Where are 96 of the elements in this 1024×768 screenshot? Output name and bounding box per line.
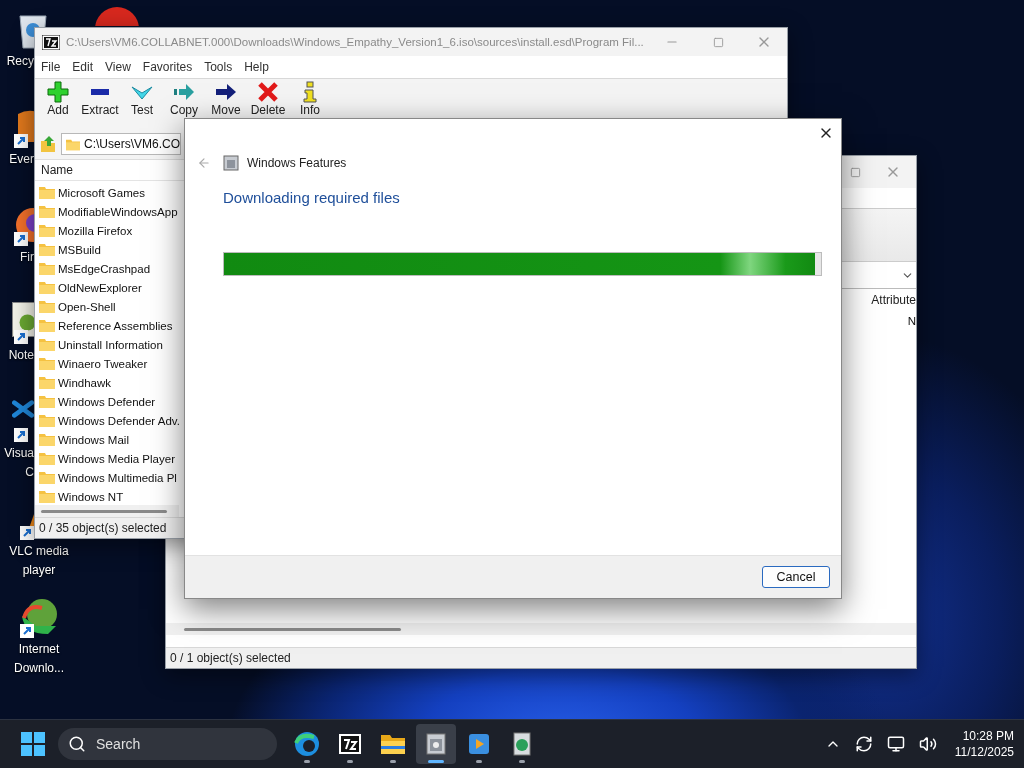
table-cell: N (907, 314, 916, 327)
archive-app-icon (338, 733, 362, 755)
app-icon (94, 6, 140, 26)
maximize-icon (712, 36, 724, 48)
folder-icon (39, 490, 55, 503)
menu-item[interactable]: Edit (66, 58, 100, 76)
status-text: 0 / 1 object(s) selected (170, 651, 291, 665)
folder-name[interactable]: Windows Media Player (58, 452, 175, 465)
menu-item[interactable]: File (35, 58, 67, 76)
folder-icon (39, 376, 55, 389)
folder-name[interactable]: Mozilla Firefox (58, 224, 133, 237)
toolbar-button[interactable]: Info (289, 81, 331, 117)
desktop-icon-label[interactable]: Fir (0, 250, 34, 265)
toolbar-button[interactable]: Add (37, 81, 79, 117)
menu-item[interactable]: Help (238, 58, 275, 76)
folder-name[interactable]: MsEdgeCrashpad (58, 262, 151, 275)
start-button[interactable] (18, 729, 48, 759)
folder-icon (39, 452, 55, 465)
desktop-icon-label[interactable]: Note (0, 348, 34, 363)
folder-icon (39, 300, 55, 313)
toolbar-button[interactable]: Move (205, 81, 247, 117)
folder-icon (39, 224, 55, 237)
monitor-icon (886, 735, 905, 753)
toolbar-button[interactable]: Copy (163, 81, 205, 117)
folder-name[interactable]: Windows Multimedia Pl (58, 471, 177, 484)
plus-icon (47, 81, 69, 103)
desktop-icon-label[interactable]: Ever (0, 152, 34, 167)
maximize-icon (849, 166, 861, 178)
folder-name[interactable]: Winaero Tweaker (58, 357, 148, 370)
clock[interactable]: 10:28 PM 11/12/2025 (948, 728, 1024, 760)
installer-icon (424, 731, 448, 757)
folder-icon (380, 733, 406, 755)
player-icon (467, 732, 491, 756)
folder-icon (39, 205, 55, 218)
desktop-icon-label[interactable]: Recy (0, 54, 34, 69)
folder-icon (39, 433, 55, 446)
column-header[interactable]: Name (41, 163, 73, 177)
folder-name[interactable]: Microsoft Games (58, 186, 145, 199)
folder-icon (39, 414, 55, 427)
window-title: C:\Users\VM6.COLLABNET.000\Downloads\Windows_Empathy_Version1_6.iso\sources\install.esd\Program Fil... (65, 36, 645, 48)
path-field[interactable]: C:\Users\VM6.CO (61, 133, 181, 155)
folder-icon (39, 471, 55, 484)
toolbar-button[interactable]: Extract (79, 81, 121, 117)
folder-icon (39, 281, 55, 294)
window-icon (223, 155, 239, 171)
folder-icon (39, 357, 55, 370)
column-header[interactable]: Attribute (871, 293, 916, 307)
menu-item[interactable]: Favorites (136, 58, 199, 76)
desktop-icon-label[interactable]: Internet (0, 642, 78, 657)
cross-icon (257, 81, 279, 103)
app-logo-icon (42, 34, 60, 50)
speaker-icon (918, 735, 937, 753)
dialog-title: Windows Features (247, 156, 347, 170)
folder-name[interactable]: Windows Defender (58, 395, 156, 408)
toolbar-button[interactable]: Delete (247, 81, 289, 117)
desktop-icon-label[interactable]: Downlo... (0, 661, 78, 676)
sync-icon (854, 735, 873, 753)
folder-name[interactable]: ModifiableWindowsApp (58, 205, 178, 218)
folder-name[interactable]: MSBuild (58, 243, 101, 256)
folder-icon (39, 186, 55, 199)
desktop-icon-label[interactable]: VLC media (0, 544, 78, 559)
code-editor-icon (12, 400, 34, 418)
horizontal-scrollbar[interactable] (166, 623, 916, 635)
folder-name[interactable]: OldNewExplorer (58, 281, 142, 294)
desktop-icon-label[interactable]: C (0, 465, 34, 480)
folder-icon (39, 338, 55, 351)
search-icon (68, 735, 86, 753)
toolbar-button[interactable]: Test (121, 81, 163, 117)
tool-icon (510, 731, 534, 757)
folder-name[interactable]: Windows NT (58, 490, 124, 503)
menu-item[interactable]: View (99, 58, 137, 76)
cancel-button[interactable]: Cancel (762, 566, 830, 588)
folder-icon (39, 395, 55, 408)
minus-icon (91, 89, 109, 95)
search-field[interactable]: Search (58, 728, 277, 760)
horizontal-scrollbar[interactable] (35, 505, 179, 517)
folder-name[interactable]: Windows Mail (58, 433, 129, 446)
folder-name[interactable]: Open-Shell (58, 300, 116, 313)
dialog-heading: Downloading required files (223, 189, 401, 206)
desktop-icon-label[interactable]: player (0, 563, 78, 578)
menu-item[interactable]: Tools (198, 58, 239, 76)
browser-icon (294, 731, 320, 757)
arrow-icon (173, 81, 195, 103)
folder-icon (39, 262, 55, 275)
desktop-icon-label[interactable]: Visua (0, 446, 34, 461)
status-text: 0 / 35 object(s) selected (39, 521, 167, 535)
arrow-icon (215, 81, 237, 103)
folder-name[interactable]: Uninstall Information (58, 338, 163, 351)
folder-icon (66, 137, 80, 151)
folder-icon (39, 319, 55, 332)
folder-up-icon[interactable] (39, 135, 57, 153)
folder-name[interactable]: Windows Defender Adv. (58, 414, 180, 427)
folder-name[interactable]: Windhawk (58, 376, 112, 389)
folder-name[interactable]: Reference Assemblies (58, 319, 173, 332)
taskbar-app-button[interactable] (416, 724, 456, 764)
folder-icon (39, 243, 55, 256)
